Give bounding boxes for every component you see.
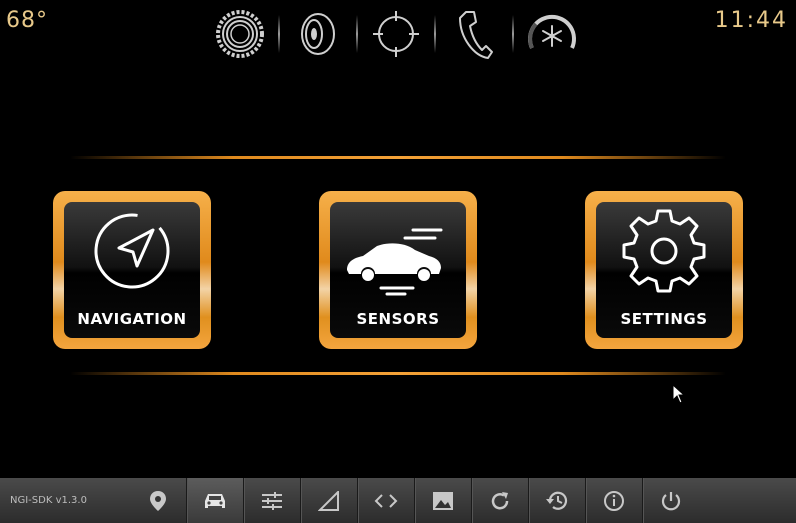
code-brackets-icon[interactable]: [357, 478, 414, 523]
navigation-tile[interactable]: NAVIGATION: [53, 191, 211, 349]
settings-tile-face: SETTINGS: [596, 202, 732, 338]
power-icon[interactable]: [642, 478, 699, 523]
navigation-tile-face: NAVIGATION: [64, 202, 200, 338]
divider-line-top: [70, 156, 726, 159]
car-speed-icon: [347, 228, 443, 296]
navigation-tile-label: NAVIGATION: [77, 310, 187, 328]
phone-icon[interactable]: [446, 6, 502, 62]
bottom-toolbar: NGI-SDK v1.3.0: [0, 478, 796, 523]
separator: [278, 15, 280, 53]
sensors-tile-label: SENSORS: [356, 310, 440, 328]
mouse-cursor-icon: [672, 384, 686, 404]
compass-target-icon[interactable]: [368, 6, 424, 62]
gear-ring-icon[interactable]: [212, 6, 268, 62]
separator: [356, 15, 358, 53]
separator: [512, 15, 514, 53]
settings-tile-label: SETTINGS: [620, 310, 708, 328]
speaker-icon[interactable]: [290, 6, 346, 62]
info-icon[interactable]: [585, 478, 642, 523]
gear-icon: [622, 209, 706, 293]
sensors-tile-face: SENSORS: [330, 202, 466, 338]
navigation-arrow-icon: [94, 213, 170, 289]
car-icon[interactable]: [186, 478, 243, 523]
refresh-icon[interactable]: [471, 478, 528, 523]
climate-fan-icon[interactable]: [524, 6, 580, 62]
settings-tile[interactable]: SETTINGS: [585, 191, 743, 349]
clock: 11:44: [714, 8, 788, 33]
sdk-version: NGI-SDK v1.3.0: [10, 495, 87, 506]
sliders-icon[interactable]: [243, 478, 300, 523]
separator: [434, 15, 436, 53]
signal-triangle-icon[interactable]: [300, 478, 357, 523]
image-icon[interactable]: [414, 478, 471, 523]
location-pin-icon[interactable]: [130, 478, 186, 523]
history-icon[interactable]: [528, 478, 585, 523]
sensors-tile[interactable]: SENSORS: [319, 191, 477, 349]
top-status-bar: [212, 6, 584, 62]
divider-line-bottom: [70, 372, 726, 375]
temperature-readout: 68°: [6, 8, 48, 33]
